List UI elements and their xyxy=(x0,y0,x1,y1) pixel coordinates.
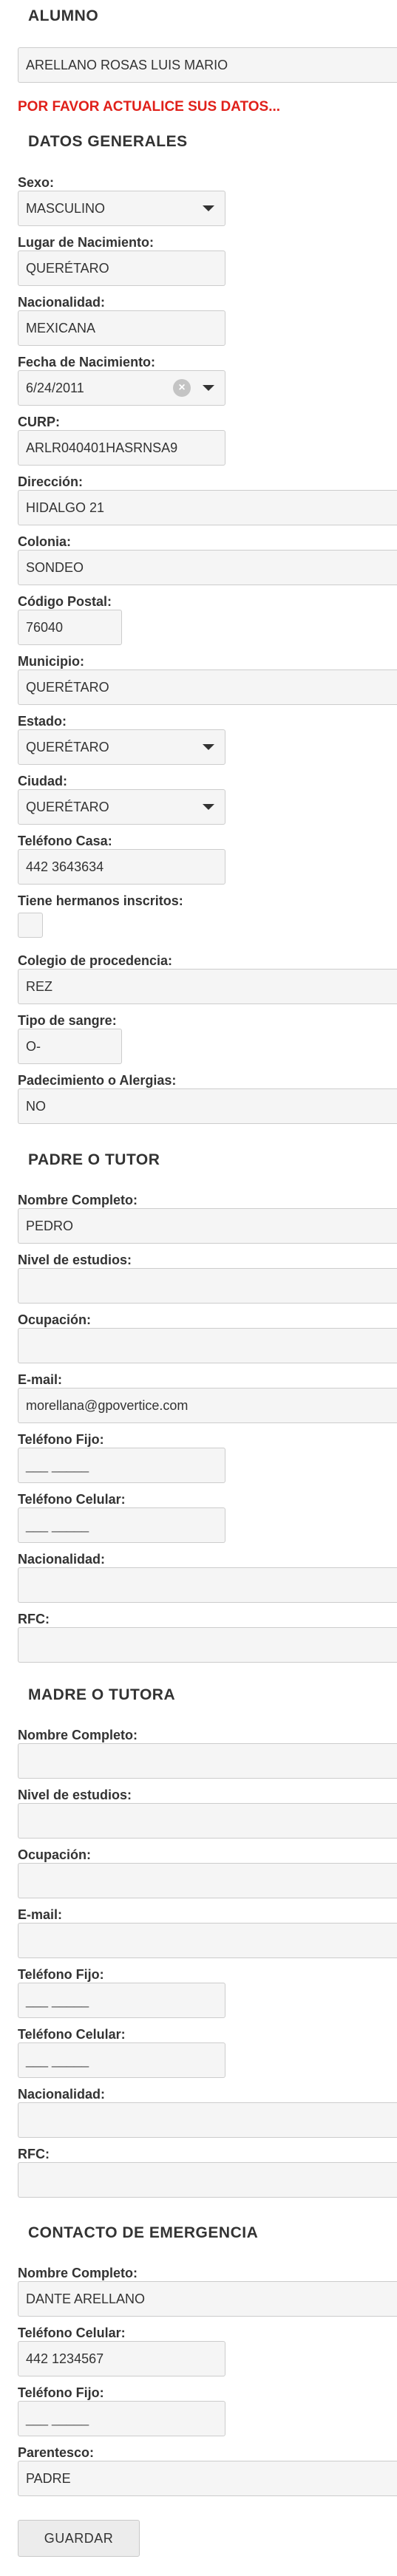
padre-email-field[interactable]: morellana@gpovertice.com xyxy=(18,1388,397,1423)
chevron-down-icon[interactable] xyxy=(203,385,214,391)
madre-email-field[interactable] xyxy=(18,1923,397,1958)
madre-telefono-celular-field[interactable]: ___ _____ xyxy=(18,2042,225,2078)
colonia-field[interactable]: SONDEO xyxy=(18,550,397,585)
hermanos-inscritos-label: Tiene hermanos inscritos: xyxy=(18,893,183,908)
colegio-procedencia-label: Colegio de procedencia: xyxy=(18,953,173,968)
madre-rfc-label: RFC: xyxy=(18,2147,50,2161)
padre-estudios-label: Nivel de estudios: xyxy=(18,1253,132,1267)
padre-telefono-celular-label: Teléfono Celular: xyxy=(18,1492,126,1507)
madre-email-label: E-mail: xyxy=(18,1907,63,1922)
colonia-label: Colonia: xyxy=(18,534,71,549)
madre-ocupacion-label: Ocupación: xyxy=(18,1847,92,1862)
emergencia-telefono-fijo-label: Teléfono Fijo: xyxy=(18,2385,104,2400)
curp-label: CURP: xyxy=(18,415,60,429)
estado-label: Estado: xyxy=(18,714,67,729)
ciudad-value: QUERÉTARO xyxy=(26,799,109,814)
padre-nombre-label: Nombre Completo: xyxy=(18,1193,138,1207)
madre-estudios-label: Nivel de estudios: xyxy=(18,1788,132,1802)
madre-ocupacion-field[interactable] xyxy=(18,1863,397,1898)
sexo-select[interactable]: MASCULINO xyxy=(18,191,225,226)
parentesco-label: Parentesco: xyxy=(18,2445,95,2460)
padre-email-label: E-mail: xyxy=(18,1372,63,1387)
lugar-nacimiento-label: Lugar de Nacimiento: xyxy=(18,235,155,250)
padecimiento-field[interactable]: NO xyxy=(18,1088,397,1124)
clear-icon[interactable]: × xyxy=(173,379,191,397)
nacionalidad-label: Nacionalidad: xyxy=(18,295,106,310)
fecha-nacimiento-field[interactable]: 6/24/2011 × xyxy=(18,370,225,406)
padre-ocupacion-field[interactable] xyxy=(18,1328,397,1363)
parentesco-field[interactable]: PADRE xyxy=(18,2461,397,2496)
datos-generales-heading: DATOS GENERALES xyxy=(28,133,188,150)
municipio-label: Municipio: xyxy=(18,654,84,669)
emergencia-nombre-field[interactable]: DANTE ARELLANO xyxy=(18,2281,397,2317)
padre-rfc-field[interactable] xyxy=(18,1627,397,1663)
emergencia-telefono-celular-field[interactable]: 442 1234567 xyxy=(18,2341,225,2376)
chevron-down-icon xyxy=(203,744,214,750)
save-button[interactable]: GUARDAR xyxy=(18,2520,140,2557)
madre-rfc-field[interactable] xyxy=(18,2162,397,2198)
madre-telefono-fijo-label: Teléfono Fijo: xyxy=(18,1967,104,1982)
padre-telefono-celular-field[interactable]: ___ _____ xyxy=(18,1507,225,1543)
colegio-procedencia-field[interactable]: REZ xyxy=(18,969,397,1004)
telefono-casa-label: Teléfono Casa: xyxy=(18,834,112,848)
update-alert: POR FAVOR ACTUALICE SUS DATOS... xyxy=(18,99,281,115)
chevron-down-icon xyxy=(203,804,214,810)
codigo-postal-label: Código Postal: xyxy=(18,594,112,609)
emergencia-heading: CONTACTO DE EMERGENCIA xyxy=(28,2224,259,2241)
madre-heading: MADRE O TUTORA xyxy=(28,1686,176,1703)
municipio-field[interactable]: QUERÉTARO xyxy=(18,669,397,705)
padre-heading: PADRE O TUTOR xyxy=(28,1151,160,1168)
fecha-nacimiento-value: 6/24/2011 xyxy=(26,380,84,395)
padre-telefono-fijo-field[interactable]: ___ _____ xyxy=(18,1448,225,1483)
emergencia-telefono-celular-label: Teléfono Celular: xyxy=(18,2325,126,2340)
direccion-field[interactable]: HIDALGO 21 xyxy=(18,490,397,525)
telefono-casa-field[interactable]: 442 3643634 xyxy=(18,849,225,885)
tipo-sangre-field[interactable]: O- xyxy=(18,1029,122,1064)
emergencia-nombre-label: Nombre Completo: xyxy=(18,2266,138,2280)
curp-field[interactable]: ARLR040401HASRNSA9 xyxy=(18,430,225,466)
madre-telefono-fijo-field[interactable]: ___ _____ xyxy=(18,1983,225,2018)
fecha-nacimiento-label: Fecha de Nacimiento: xyxy=(18,355,156,369)
ciudad-label: Ciudad: xyxy=(18,774,67,788)
estado-select[interactable]: QUERÉTARO xyxy=(18,729,225,765)
padre-nombre-field[interactable]: PEDRO xyxy=(18,1208,397,1244)
lugar-nacimiento-field[interactable]: QUERÉTARO xyxy=(18,251,225,286)
padecimiento-label: Padecimiento o Alergias: xyxy=(18,1073,177,1088)
ciudad-select[interactable]: QUERÉTARO xyxy=(18,789,225,825)
madre-nacionalidad-field[interactable] xyxy=(18,2102,397,2138)
nacionalidad-field[interactable]: MEXICANA xyxy=(18,310,225,346)
emergencia-telefono-fijo-field[interactable]: ___ _____ xyxy=(18,2401,225,2436)
sexo-label: Sexo: xyxy=(18,175,55,190)
direccion-label: Dirección: xyxy=(18,474,84,489)
madre-nacionalidad-label: Nacionalidad: xyxy=(18,2087,106,2102)
madre-nombre-field[interactable] xyxy=(18,1743,397,1779)
hermanos-inscritos-checkbox[interactable] xyxy=(18,913,43,938)
sexo-value: MASCULINO xyxy=(26,200,106,216)
alumno-heading: ALUMNO xyxy=(28,7,99,24)
chevron-down-icon xyxy=(203,205,214,211)
padre-ocupacion-label: Ocupación: xyxy=(18,1312,92,1327)
madre-nombre-label: Nombre Completo: xyxy=(18,1728,138,1742)
padre-estudios-field[interactable] xyxy=(18,1268,397,1304)
estado-value: QUERÉTARO xyxy=(26,739,109,754)
padre-rfc-label: RFC: xyxy=(18,1612,50,1626)
padre-nacionalidad-field[interactable] xyxy=(18,1567,397,1603)
padre-telefono-fijo-label: Teléfono Fijo: xyxy=(18,1432,104,1447)
padre-nacionalidad-label: Nacionalidad: xyxy=(18,1552,106,1567)
madre-telefono-celular-label: Teléfono Celular: xyxy=(18,2027,126,2042)
tipo-sangre-label: Tipo de sangre: xyxy=(18,1013,117,1028)
alumno-name-field[interactable]: ARELLANO ROSAS LUIS MARIO xyxy=(18,47,397,83)
codigo-postal-field[interactable]: 76040 xyxy=(18,610,122,645)
madre-estudios-field[interactable] xyxy=(18,1803,397,1839)
